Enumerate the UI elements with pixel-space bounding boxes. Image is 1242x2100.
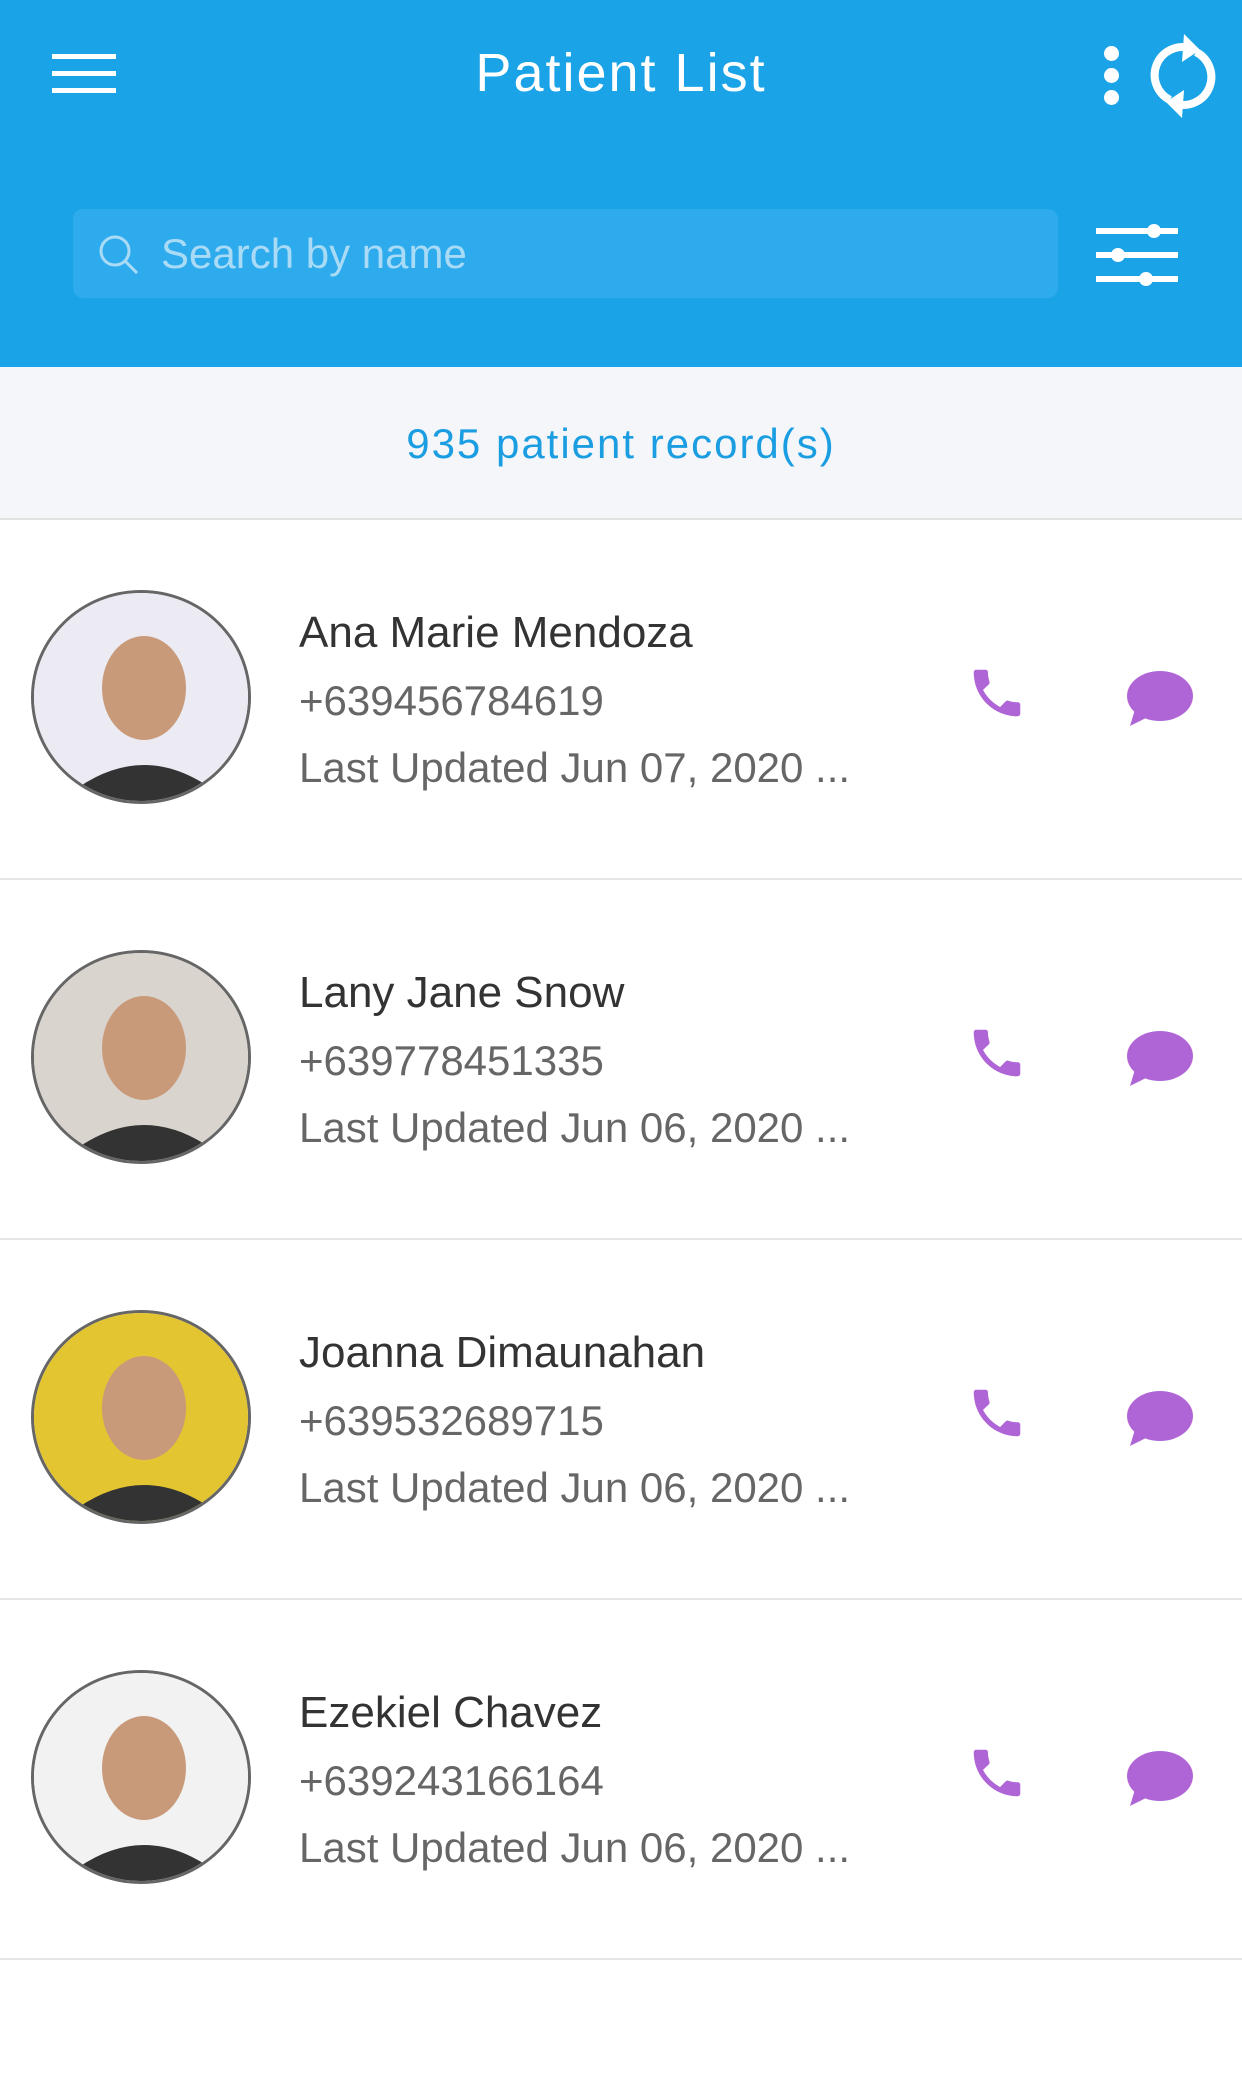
patient-row[interactable]: Ezekiel Chavez +639243166164 Last Update… xyxy=(0,1600,1242,1960)
chat-icon[interactable] xyxy=(1124,1030,1194,1088)
sliders-icon[interactable] xyxy=(1096,222,1178,288)
patient-name[interactable]: Lany Jane Snow xyxy=(299,968,624,1018)
patient-name[interactable]: Joanna Dimaunahan xyxy=(299,1328,705,1378)
patient-name[interactable]: Ana Marie Mendoza xyxy=(299,608,693,658)
patient-phone: +639243166164 xyxy=(299,1757,604,1804)
chat-icon[interactable] xyxy=(1124,1750,1194,1808)
patient-count: 935 patient record(s) xyxy=(0,367,1242,520)
patient-phone: +639456784619 xyxy=(299,677,604,724)
patient-row[interactable]: Ana Marie Mendoza +639456784619 Last Upd… xyxy=(0,520,1242,880)
search-icon xyxy=(99,235,139,275)
search-field[interactable] xyxy=(73,209,1058,298)
last-updated: Last Updated Jun 06, 2020 ... xyxy=(299,1104,851,1151)
patient-name[interactable]: Ezekiel Chavez xyxy=(299,1688,602,1738)
phone-icon[interactable] xyxy=(966,1742,1028,1804)
last-updated: Last Updated Jun 06, 2020 ... xyxy=(299,1464,851,1511)
more-vertical-icon[interactable] xyxy=(1100,46,1124,106)
phone-icon[interactable] xyxy=(966,1382,1028,1444)
avatar xyxy=(31,950,251,1164)
phone-icon[interactable] xyxy=(966,662,1028,724)
avatar xyxy=(31,1310,251,1524)
last-updated: Last Updated Jun 06, 2020 ... xyxy=(299,1824,851,1871)
patient-row[interactable]: Joanna Dimaunahan +639532689715 Last Upd… xyxy=(0,1240,1242,1600)
avatar xyxy=(31,590,251,804)
patient-row[interactable]: Lany Jane Snow +639778451335 Last Update… xyxy=(0,880,1242,1240)
chat-icon[interactable] xyxy=(1124,670,1194,728)
last-updated: Last Updated Jun 07, 2020 ... xyxy=(299,744,851,791)
patient-phone: +639778451335 xyxy=(299,1037,604,1084)
chat-icon[interactable] xyxy=(1124,1390,1194,1448)
avatar xyxy=(31,1670,251,1884)
page-title: Patient List xyxy=(475,43,767,103)
refresh-icon[interactable] xyxy=(1150,34,1216,118)
search-input[interactable] xyxy=(161,209,1021,298)
patient-phone: +639532689715 xyxy=(299,1397,604,1444)
phone-icon[interactable] xyxy=(966,1022,1028,1084)
app-header: Patient List xyxy=(0,0,1242,367)
